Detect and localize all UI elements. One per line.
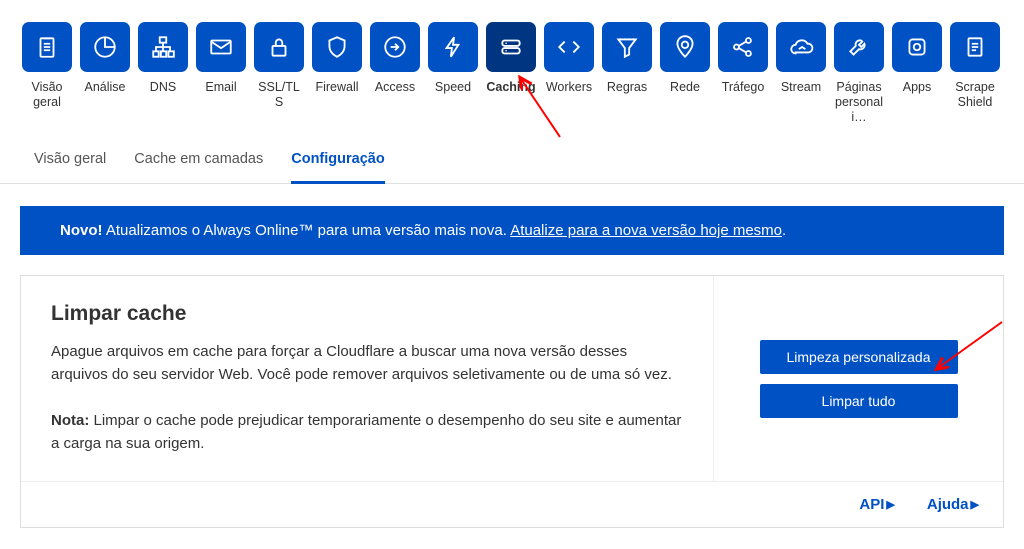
wrench-icon [834, 22, 884, 72]
card-description: Apague arquivos em cache para forçar a C… [51, 340, 683, 387]
banner-text: Atualizamos o Always Online™ para uma ve… [103, 222, 511, 239]
nav-label: Speed [435, 80, 471, 95]
subtab-cache-em-camadas[interactable]: Cache em camadas [134, 151, 263, 183]
nav-item-an-lise[interactable]: Análise [80, 22, 130, 95]
nav-item-dns[interactable]: DNS [138, 22, 188, 95]
document-icon [950, 22, 1000, 72]
api-link-label: API [859, 496, 884, 513]
nav-item-caching[interactable]: Caching [486, 22, 536, 95]
nav-label: Workers [546, 80, 592, 95]
nav-item-access[interactable]: Access [370, 22, 420, 95]
nav-label: Regras [607, 80, 647, 95]
lock-icon [254, 22, 304, 72]
nav-label: Scrape Shield [950, 80, 1000, 110]
subtab-configura-o[interactable]: Configuração [291, 151, 384, 184]
code-icon [544, 22, 594, 72]
nav-item-speed[interactable]: Speed [428, 22, 478, 95]
nav-label: Firewall [315, 80, 358, 95]
nav-label: Análise [85, 80, 126, 95]
nav-item-tr-fego[interactable]: Tráfego [718, 22, 768, 95]
nav-label: Access [375, 80, 415, 95]
cloud-icon [776, 22, 826, 72]
caret-right-icon: ▶ [886, 498, 894, 511]
pin-icon [660, 22, 710, 72]
nav-label: Email [205, 80, 236, 95]
nav-label: Tráfego [722, 80, 765, 95]
clipboard-icon [22, 22, 72, 72]
nav-item-vis-o-geral[interactable]: Visão geral [22, 22, 72, 110]
login-icon [370, 22, 420, 72]
nav-label: Páginas personali… [834, 80, 884, 125]
nav-label: Visão geral [22, 80, 72, 110]
card-note-label: Nota: [51, 412, 89, 429]
caret-right-icon: ▶ [971, 498, 979, 511]
cache-icon [486, 22, 536, 72]
nav-label: SSL/TLS [254, 80, 304, 110]
funnel-icon [602, 22, 652, 72]
nav-item-stream[interactable]: Stream [776, 22, 826, 95]
nav-item-scrape-shield[interactable]: Scrape Shield [950, 22, 1000, 110]
nav-item-p-ginas-personali[interactable]: Páginas personali… [834, 22, 884, 125]
envelope-icon [196, 22, 246, 72]
nav-item-apps[interactable]: Apps [892, 22, 942, 95]
nav-label: DNS [150, 80, 176, 95]
sitemap-icon [138, 22, 188, 72]
banner-bold: Novo! [60, 222, 103, 239]
banner-end: . [782, 222, 786, 239]
purge-cache-card: Limpar cache Apague arquivos em cache pa… [20, 275, 1004, 528]
subtab-vis-o-geral[interactable]: Visão geral [34, 151, 106, 183]
nav-item-firewall[interactable]: Firewall [312, 22, 362, 95]
bolt-icon [428, 22, 478, 72]
custom-purge-button[interactable]: Limpeza personalizada [760, 340, 958, 374]
share-icon [718, 22, 768, 72]
nav-item-email[interactable]: Email [196, 22, 246, 95]
card-note-text: Limpar o cache pode prejudicar temporari… [51, 412, 681, 452]
piechart-icon [80, 22, 130, 72]
help-link-label: Ajuda [927, 496, 969, 513]
nav-item-workers[interactable]: Workers [544, 22, 594, 95]
nav-item-rede[interactable]: Rede [660, 22, 710, 95]
nav-label: Rede [670, 80, 700, 95]
help-link[interactable]: Ajuda▶ [927, 496, 979, 513]
nav-item-ssl-tls[interactable]: SSL/TLS [254, 22, 304, 110]
nav-label: Stream [781, 80, 821, 95]
card-note: Nota: Limpar o cache pode prejudicar tem… [51, 409, 683, 456]
shield-icon [312, 22, 362, 72]
banner-link[interactable]: Atualize para a nova versão hoje mesmo [510, 222, 782, 239]
nav-item-regras[interactable]: Regras [602, 22, 652, 95]
card-title: Limpar cache [51, 302, 683, 326]
api-link[interactable]: API▶ [859, 496, 894, 513]
announcement-banner: Novo! Atualizamos o Always Online™ para … [20, 206, 1004, 255]
nav-label: Caching [486, 80, 535, 95]
camera-icon [892, 22, 942, 72]
nav-label: Apps [903, 80, 932, 95]
purge-all-button[interactable]: Limpar tudo [760, 384, 958, 418]
